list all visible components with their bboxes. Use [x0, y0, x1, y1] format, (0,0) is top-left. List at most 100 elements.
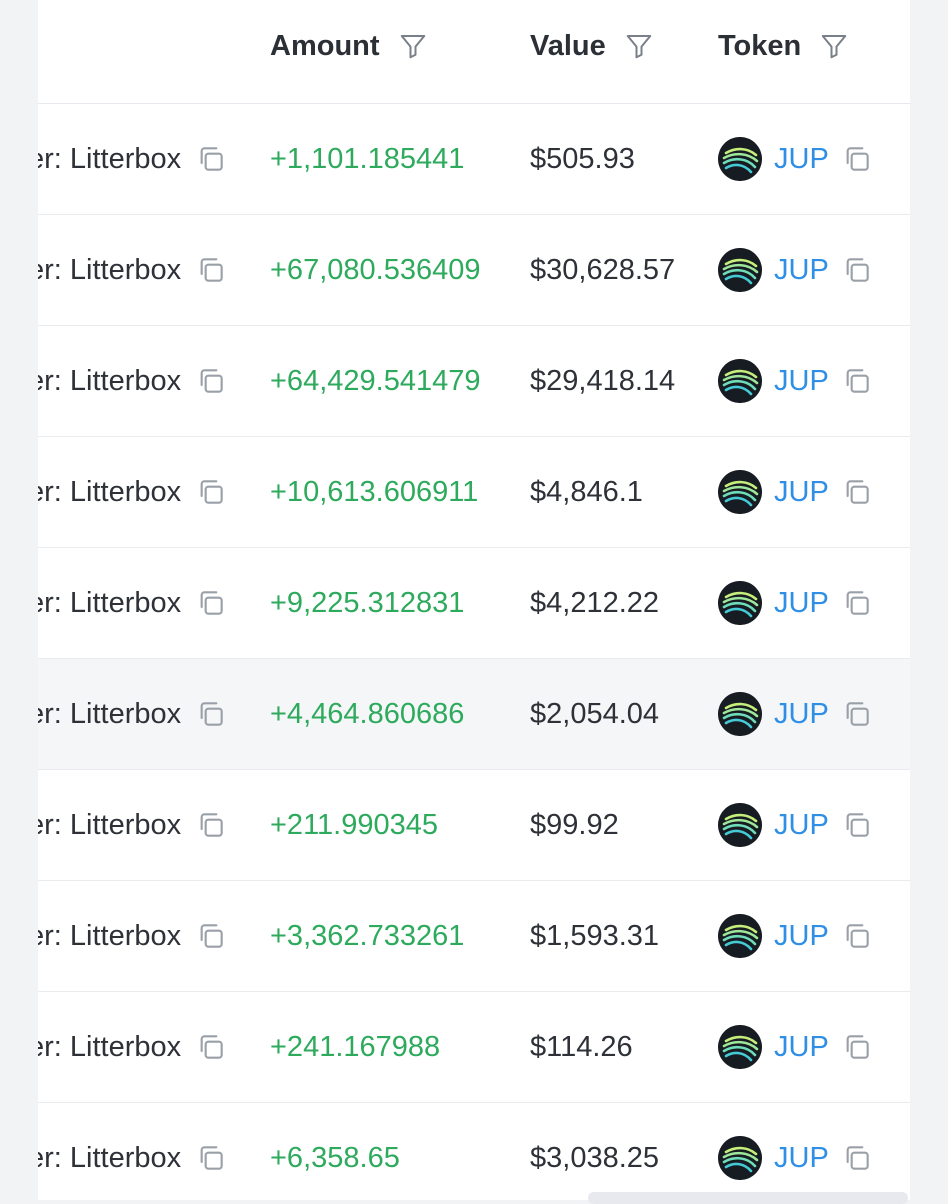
copy-icon[interactable]	[841, 1031, 873, 1063]
token-link[interactable]: JUP	[774, 587, 829, 620]
token-cell: JUP	[718, 326, 873, 436]
jup-logo-icon	[718, 692, 762, 736]
from-cell: er: Litterbox	[38, 659, 227, 769]
value-cell: $30,628.57	[530, 215, 675, 325]
token-link[interactable]: JUP	[774, 365, 829, 398]
from-label[interactable]: er: Litterbox	[38, 587, 181, 620]
amount-cell: +4,464.860686	[270, 659, 464, 769]
table-row[interactable]: er: Litterbox +241.167988 $114.26 JUP	[38, 992, 910, 1104]
jup-logo-icon	[718, 1136, 762, 1180]
transfers-table: Amount Value Token er: Litterbox +1,101.1…	[38, 0, 910, 1200]
table-row[interactable]: er: Litterbox +211.990345 $99.92 JUP	[38, 770, 910, 882]
amount-value: +211.990345	[270, 808, 438, 841]
token-cell: JUP	[718, 215, 873, 325]
amount-value: +67,080.536409	[270, 253, 481, 286]
amount-value: +10,613.606911	[270, 475, 479, 508]
copy-icon[interactable]	[195, 1031, 227, 1063]
from-cell: er: Litterbox	[38, 770, 227, 880]
table-row[interactable]: er: Litterbox +9,225.312831 $4,212.22 JUP	[38, 548, 910, 660]
from-label[interactable]: er: Litterbox	[38, 476, 181, 509]
from-label[interactable]: er: Litterbox	[38, 920, 181, 953]
copy-icon[interactable]	[841, 920, 873, 952]
amount-cell: +241.167988	[270, 992, 440, 1102]
token-link[interactable]: JUP	[774, 1031, 829, 1064]
token-link[interactable]: JUP	[774, 143, 829, 176]
copy-icon[interactable]	[841, 254, 873, 286]
from-label[interactable]: er: Litterbox	[38, 254, 181, 287]
jup-logo-icon	[718, 470, 762, 514]
copy-icon[interactable]	[841, 476, 873, 508]
usd-value: $505.93	[530, 142, 635, 175]
copy-icon[interactable]	[195, 587, 227, 619]
token-cell: JUP	[718, 659, 873, 769]
column-token[interactable]: Token	[718, 28, 849, 64]
filter-icon[interactable]	[819, 31, 849, 61]
usd-value: $4,212.22	[530, 586, 660, 619]
usd-value: $4,846.1	[530, 475, 643, 508]
copy-icon[interactable]	[195, 365, 227, 397]
token-link[interactable]: JUP	[774, 809, 829, 842]
token-cell: JUP	[718, 881, 873, 991]
token-link[interactable]: JUP	[774, 698, 829, 731]
usd-value: $29,418.14	[530, 364, 676, 397]
filter-icon[interactable]	[624, 31, 654, 61]
from-label[interactable]: er: Litterbox	[38, 365, 181, 398]
copy-icon[interactable]	[841, 698, 873, 730]
table-row[interactable]: er: Litterbox +67,080.536409 $30,628.57 JUP	[38, 215, 910, 327]
column-value-label: Value	[530, 29, 606, 62]
jup-logo-icon	[718, 248, 762, 292]
from-cell: er: Litterbox	[38, 992, 227, 1102]
column-amount[interactable]: Amount	[270, 28, 428, 64]
from-label[interactable]: er: Litterbox	[38, 809, 181, 842]
copy-icon[interactable]	[841, 143, 873, 175]
copy-icon[interactable]	[195, 254, 227, 286]
from-cell: er: Litterbox	[38, 326, 227, 436]
filter-icon[interactable]	[398, 31, 428, 61]
amount-value: +6,358.65	[270, 1141, 400, 1174]
value-cell: $4,846.1	[530, 437, 643, 547]
token-cell: JUP	[718, 770, 873, 880]
jup-logo-icon	[718, 581, 762, 625]
from-cell: er: Litterbox	[38, 881, 227, 991]
copy-icon[interactable]	[195, 698, 227, 730]
table-row[interactable]: er: Litterbox +1,101.185441 $505.93 JUP	[38, 104, 910, 216]
copy-icon[interactable]	[195, 1142, 227, 1174]
amount-cell: +6,358.65	[270, 1103, 400, 1200]
copy-icon[interactable]	[195, 476, 227, 508]
column-value[interactable]: Value	[530, 28, 654, 64]
copy-icon[interactable]	[841, 1142, 873, 1174]
table-row[interactable]: er: Litterbox +64,429.541479 $29,418.14 JUP	[38, 326, 910, 438]
table-row[interactable]: er: Litterbox +10,613.606911 $4,846.1 JUP	[38, 437, 910, 549]
from-label[interactable]: er: Litterbox	[38, 1031, 181, 1064]
copy-icon[interactable]	[195, 809, 227, 841]
table-row[interactable]: er: Litterbox +6,358.65 $3,038.25 JUP	[38, 1103, 910, 1200]
token-cell: JUP	[718, 992, 873, 1102]
from-cell: er: Litterbox	[38, 104, 227, 214]
horizontal-scrollbar[interactable]	[588, 1192, 908, 1204]
copy-icon[interactable]	[841, 809, 873, 841]
token-link[interactable]: JUP	[774, 254, 829, 287]
copy-icon[interactable]	[841, 587, 873, 619]
amount-value: +3,362.733261	[270, 919, 465, 952]
amount-value: +4,464.860686	[270, 697, 465, 730]
from-cell: er: Litterbox	[38, 215, 227, 325]
usd-value: $99.92	[530, 808, 619, 841]
usd-value: $1,593.31	[530, 919, 660, 952]
amount-cell: +64,429.541479	[270, 326, 480, 436]
token-link[interactable]: JUP	[774, 920, 829, 953]
from-cell: er: Litterbox	[38, 1103, 227, 1200]
usd-value: $3,038.25	[530, 1141, 660, 1174]
from-label[interactable]: er: Litterbox	[38, 1142, 181, 1175]
from-label[interactable]: er: Litterbox	[38, 143, 181, 176]
copy-icon[interactable]	[195, 920, 227, 952]
copy-icon[interactable]	[841, 365, 873, 397]
amount-value: +241.167988	[270, 1030, 441, 1063]
table-row[interactable]: er: Litterbox +4,464.860686 $2,054.04 JUP	[38, 659, 910, 771]
from-label[interactable]: er: Litterbox	[38, 698, 181, 731]
amount-cell: +67,080.536409	[270, 215, 480, 325]
usd-value: $114.26	[530, 1030, 633, 1063]
copy-icon[interactable]	[195, 143, 227, 175]
table-row[interactable]: er: Litterbox +3,362.733261 $1,593.31 JUP	[38, 881, 910, 993]
token-link[interactable]: JUP	[774, 476, 829, 509]
token-link[interactable]: JUP	[774, 1142, 829, 1175]
